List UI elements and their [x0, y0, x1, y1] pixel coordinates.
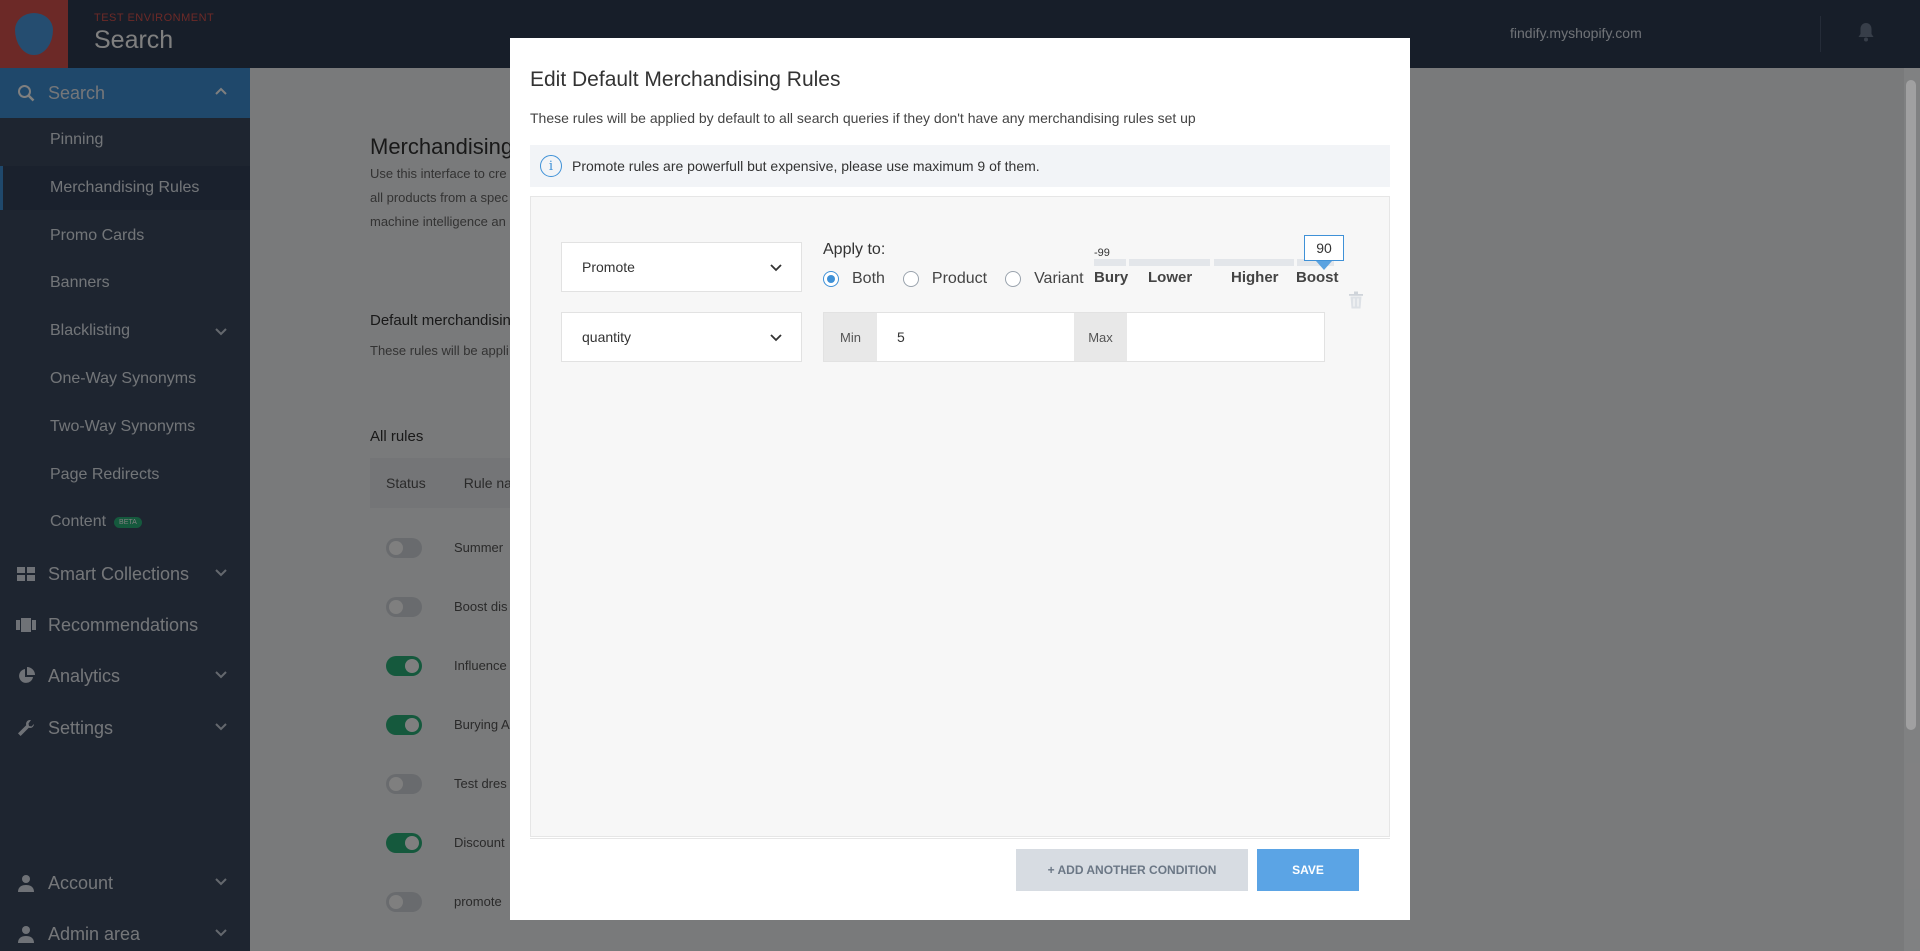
max-label: Max — [1074, 313, 1127, 361]
chevron-down-icon — [770, 264, 782, 272]
tick-label-lower: Lower — [1148, 269, 1193, 286]
info-icon: i — [540, 155, 562, 177]
modal-subtitle: These rules will be applied by default t… — [530, 110, 1196, 126]
scrollbar-thumb[interactable] — [1906, 80, 1916, 730]
boost-slider[interactable]: -99 90 Bury Lower Higher Boost — [1094, 235, 1344, 295]
min-max-range: Min 5 Max — [823, 312, 1325, 362]
info-text: Promote rules are powerfull but expensiv… — [572, 158, 1040, 174]
radio-both[interactable] — [823, 271, 839, 287]
conditions-panel: Promote quantity Apply to: Both Product … — [530, 196, 1390, 837]
field-value: quantity — [582, 329, 632, 345]
rule-action-value: Promote — [582, 259, 635, 275]
tick-label-higher: Higher — [1231, 269, 1279, 286]
radio-label-variant[interactable]: Variant — [1034, 270, 1084, 288]
tick-label-bury: Bury — [1094, 269, 1129, 286]
slider-min-label: -99 — [1094, 247, 1110, 259]
slider-segment-lower[interactable] — [1129, 259, 1210, 266]
modal-title: Edit Default Merchandising Rules — [530, 68, 841, 91]
tick-label-boost: Boost — [1296, 269, 1339, 286]
radio-label-product[interactable]: Product — [932, 270, 987, 288]
trash-icon[interactable] — [1348, 291, 1364, 309]
rule-action-select[interactable]: Promote — [561, 242, 802, 292]
field-select[interactable]: quantity — [561, 312, 802, 362]
add-condition-button[interactable]: + ADD ANOTHER CONDITION — [1016, 849, 1248, 891]
chevron-down-icon — [770, 334, 782, 342]
radio-product[interactable] — [902, 271, 919, 287]
slider-value-tooltip[interactable]: 90 — [1304, 235, 1344, 261]
save-button[interactable]: SAVE — [1257, 849, 1359, 891]
slider-segment-bury[interactable] — [1094, 259, 1126, 266]
min-input[interactable]: 5 — [877, 313, 1074, 361]
min-label: Min — [824, 313, 877, 361]
edit-rules-modal: Edit Default Merchandising Rules These r… — [510, 38, 1410, 920]
radio-label-both[interactable]: Both — [852, 270, 885, 288]
radio-variant[interactable] — [1005, 271, 1022, 287]
max-input[interactable] — [1127, 313, 1324, 361]
apply-to-label: Apply to: — [823, 241, 886, 258]
apply-to-radio-group: Both Product Variant — [823, 270, 1102, 288]
modal-footer-divider — [530, 838, 1390, 839]
slider-segment-higher[interactable] — [1214, 259, 1294, 266]
info-notice: i Promote rules are powerfull but expens… — [530, 145, 1390, 187]
